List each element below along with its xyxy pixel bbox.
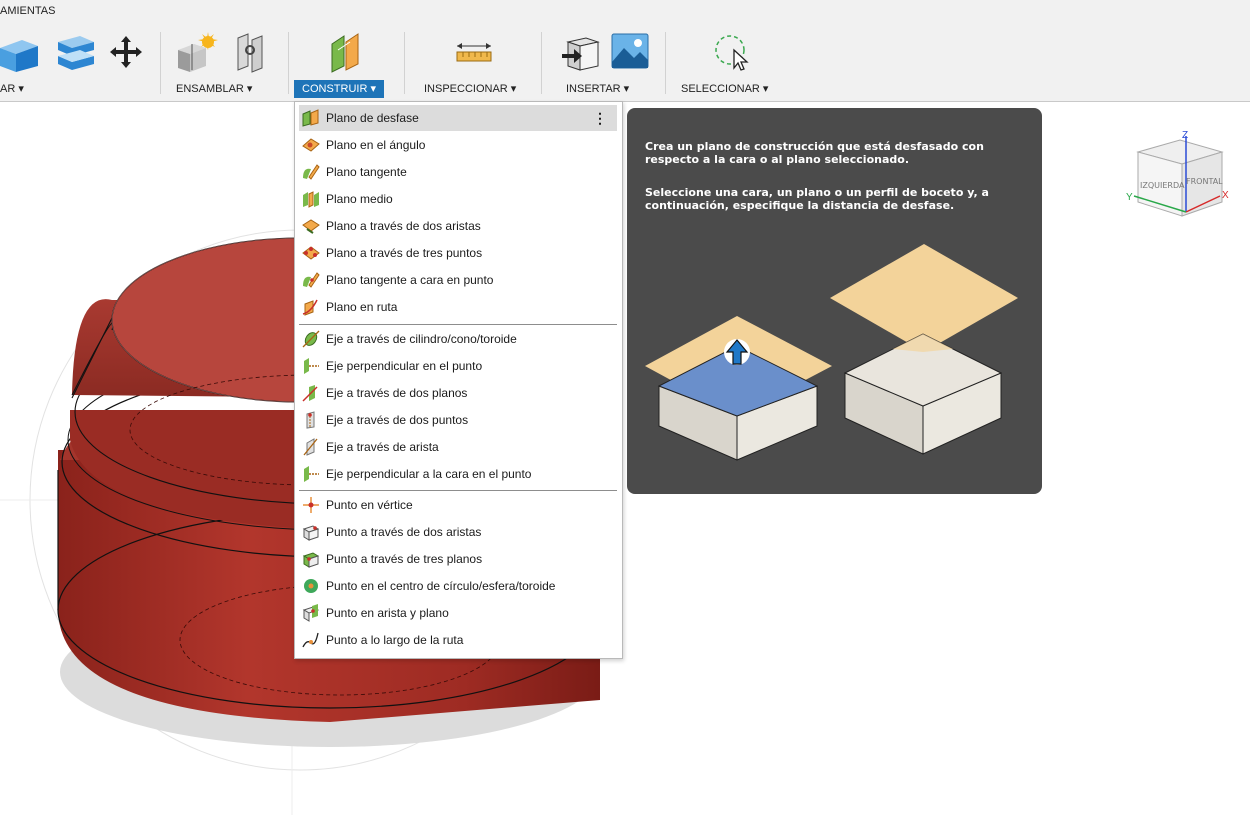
point-center-icon bbox=[304, 579, 318, 593]
menu-item-offset-plane[interactable]: Plano de desfase ⋮ bbox=[299, 105, 617, 131]
menu-item-axis-edge[interactable]: Eje a través de arista bbox=[299, 434, 617, 460]
insert-group-menu[interactable]: INSERTAR ▾ bbox=[566, 80, 629, 98]
plane-tangent-face-icon bbox=[303, 272, 320, 288]
menu-item-label: Plano tangente bbox=[326, 165, 407, 179]
arrow-up-icon bbox=[724, 339, 750, 365]
menu-item-label: Punto a través de dos aristas bbox=[326, 525, 482, 539]
menu-item-label: Eje perpendicular a la cara en el punto bbox=[326, 467, 532, 481]
menu-item-plane-at-angle[interactable]: Plano en el ángulo bbox=[299, 132, 617, 158]
inspect-group-menu[interactable]: INSPECCIONAR ▾ bbox=[424, 80, 516, 98]
menu-item-label: Plano medio bbox=[326, 192, 393, 206]
menu-item-label: Eje a través de dos puntos bbox=[326, 413, 469, 427]
menu-item-label: Eje a través de cilindro/cono/toroide bbox=[326, 332, 517, 346]
menu-item-label: Eje perpendicular en el punto bbox=[326, 359, 483, 373]
toolbar-separator bbox=[665, 32, 666, 94]
menu-item-midplane[interactable]: Plano medio bbox=[299, 186, 617, 212]
viewcube[interactable]: IZQUIERDA FRONTAL Z X Y bbox=[1120, 130, 1230, 225]
menu-item-label: Plano a través de dos aristas bbox=[326, 219, 481, 233]
offset-plane-illustration bbox=[645, 244, 1018, 461]
midplane-icon bbox=[303, 191, 319, 208]
menu-item-label: Punto en el centro de círculo/esfera/tor… bbox=[326, 579, 556, 593]
axis-edge-icon bbox=[303, 438, 318, 456]
menu-separator bbox=[299, 490, 617, 491]
axis-two-points-icon bbox=[306, 411, 315, 429]
tooltip-panel: Crea un plano de construcción que está d… bbox=[627, 108, 1042, 494]
menu-item-axis-perpendicular-point[interactable]: Eje perpendicular en el punto bbox=[299, 353, 617, 379]
menu-item-plane-along-path[interactable]: Plano en ruta bbox=[299, 294, 617, 320]
more-options-icon[interactable]: ⋮ bbox=[593, 105, 607, 131]
menu-item-label: Plano en ruta bbox=[326, 300, 398, 314]
insert-canvas-icon[interactable] bbox=[610, 32, 650, 72]
insert-derive-icon[interactable] bbox=[560, 32, 602, 74]
construct-dropdown-menu: Plano de desfase ⋮ Plano en el ángulo Pl… bbox=[294, 101, 623, 659]
joint-icon[interactable] bbox=[230, 30, 270, 74]
point-edge-plane-icon bbox=[302, 604, 320, 622]
assemble-group-menu[interactable]: ENSAMBLAR ▾ bbox=[176, 80, 252, 98]
toolbar-separator bbox=[404, 32, 405, 94]
menu-item-point-along-path[interactable]: Punto a lo largo de la ruta bbox=[299, 627, 617, 653]
toolbar: AMIENTAS AR ▾ ENSAMBLAR ▾ CONSTRUIR ▾ IN… bbox=[0, 0, 1250, 102]
menu-item-tangent-plane[interactable]: Plano tangente bbox=[299, 159, 617, 185]
toolbar-separator bbox=[288, 32, 289, 94]
axis-y-label: Y bbox=[1126, 192, 1133, 203]
menu-item-label: Plano en el ángulo bbox=[326, 138, 426, 152]
menu-item-label: Punto en arista y plano bbox=[326, 606, 449, 620]
menu-item-axis-cylinder[interactable]: Eje a través de cilindro/cono/toroide bbox=[299, 326, 617, 352]
move-icon[interactable] bbox=[108, 34, 144, 70]
measure-icon[interactable] bbox=[454, 40, 494, 64]
menu-item-plane-two-edges[interactable]: Plano a través de dos aristas bbox=[299, 213, 617, 239]
new-component-icon[interactable] bbox=[176, 30, 220, 74]
menu-item-point-edge-plane[interactable]: Punto en arista y plano bbox=[299, 600, 617, 626]
workspace-tab-label[interactable]: AMIENTAS bbox=[0, 5, 55, 17]
toolbar-separator bbox=[541, 32, 542, 94]
menu-item-label: Punto a lo largo de la ruta bbox=[326, 633, 464, 647]
create-group-menu[interactable]: AR ▾ bbox=[0, 80, 24, 98]
menu-item-point-two-edges[interactable]: Punto a través de dos aristas bbox=[299, 519, 617, 545]
menu-item-label: Plano tangente a cara en punto bbox=[326, 273, 494, 287]
menu-item-label: Eje a través de dos planos bbox=[326, 386, 468, 400]
menu-item-label: Punto a través de tres planos bbox=[326, 552, 483, 566]
tangent-plane-icon bbox=[303, 164, 320, 180]
viewcube-face-front[interactable]: FRONTAL bbox=[1186, 177, 1223, 186]
plane-two-edges-icon bbox=[302, 219, 320, 234]
axis-cylinder-icon bbox=[302, 330, 320, 348]
axis-two-planes-icon bbox=[302, 385, 318, 402]
axis-x-label: X bbox=[1222, 190, 1229, 201]
extend-face-icon[interactable] bbox=[54, 32, 98, 74]
menu-item-label: Punto en vértice bbox=[326, 498, 413, 512]
point-two-edges-icon bbox=[302, 525, 320, 541]
menu-item-point-center[interactable]: Punto en el centro de círculo/esfera/tor… bbox=[299, 573, 617, 599]
axis-perpendicular-face-icon bbox=[304, 466, 319, 482]
menu-separator bbox=[299, 324, 617, 325]
menu-item-plane-three-points[interactable]: Plano a través de tres puntos bbox=[299, 240, 617, 266]
axis-z-label: Z bbox=[1182, 130, 1188, 141]
point-three-planes-icon bbox=[302, 552, 320, 568]
construct-plane-icon[interactable] bbox=[328, 30, 372, 74]
construct-group-menu[interactable]: CONSTRUIR ▾ bbox=[294, 80, 384, 98]
menu-item-axis-perpendicular-face[interactable]: Eje perpendicular a la cara en el punto bbox=[299, 461, 617, 487]
menu-item-plane-tangent-face[interactable]: Plano tangente a cara en punto bbox=[299, 267, 617, 293]
offset-plane-icon bbox=[302, 109, 319, 127]
plane-along-path-icon bbox=[302, 299, 318, 316]
menu-item-point-three-planes[interactable]: Punto a través de tres planos bbox=[299, 546, 617, 572]
plane-three-points-icon bbox=[302, 246, 320, 260]
menu-item-point-vertex[interactable]: Punto en vértice bbox=[299, 492, 617, 518]
menu-item-label: Eje a través de arista bbox=[326, 440, 439, 454]
3d-model[interactable] bbox=[0, 102, 1250, 815]
menu-item-axis-two-points[interactable]: Eje a través de dos puntos bbox=[299, 407, 617, 433]
extrude-icon[interactable] bbox=[0, 32, 42, 74]
menu-item-label: Plano de desfase bbox=[326, 111, 419, 125]
plane-at-angle-icon bbox=[302, 138, 320, 152]
viewcube-face-left[interactable]: IZQUIERDA bbox=[1140, 181, 1185, 190]
menu-item-axis-two-planes[interactable]: Eje a través de dos planos bbox=[299, 380, 617, 406]
menu-item-label: Plano a través de tres puntos bbox=[326, 246, 483, 260]
axis-perpendicular-point-icon bbox=[304, 358, 319, 374]
select-group-menu[interactable]: SELECCIONAR ▾ bbox=[681, 80, 768, 98]
toolbar-separator bbox=[160, 32, 161, 94]
select-icon[interactable] bbox=[710, 32, 752, 74]
point-along-path-icon bbox=[302, 632, 319, 648]
canvas-viewport[interactable]: IZQUIERDA FRONTAL Z X Y bbox=[0, 102, 1250, 815]
point-vertex-icon bbox=[303, 497, 319, 513]
